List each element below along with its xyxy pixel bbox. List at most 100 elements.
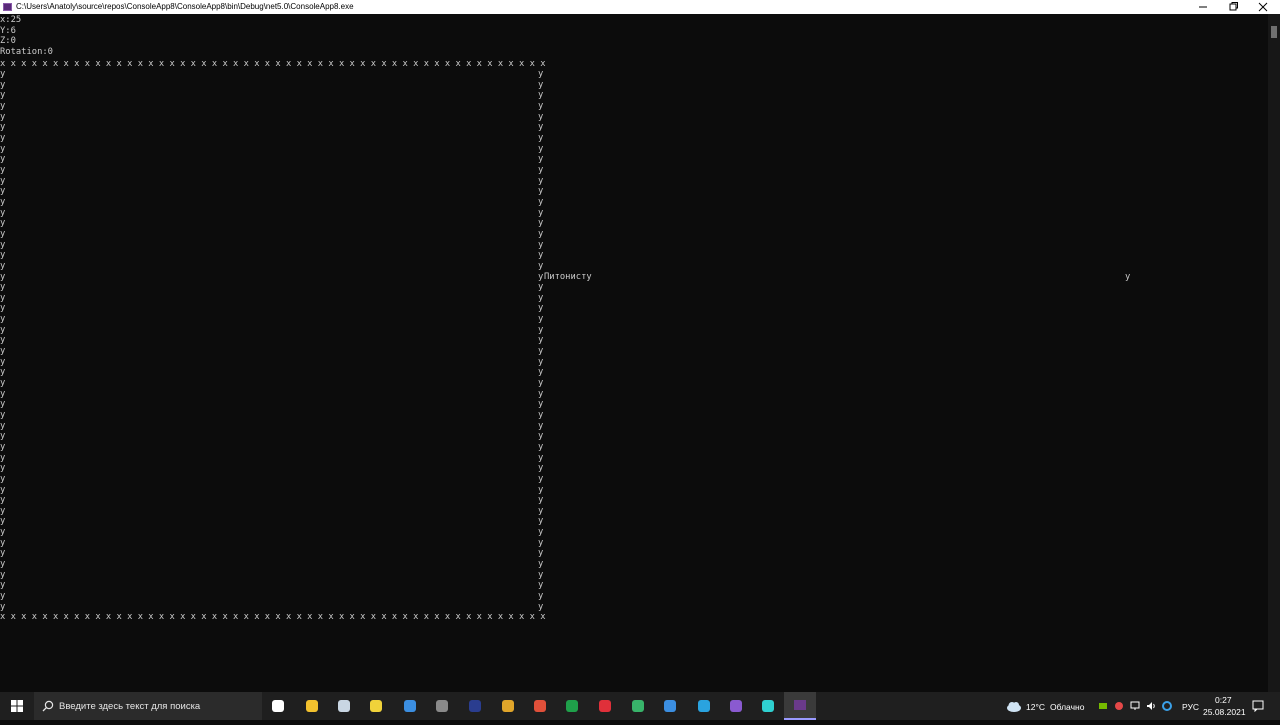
field-right-border: y: [538, 601, 544, 612]
field-right-border: y: [538, 537, 544, 548]
field-left-border: y: [0, 175, 6, 186]
clock[interactable]: 0:27 25.08.2021: [1200, 695, 1246, 719]
taskbar-search-box[interactable]: Введите здесь текст для поиска: [34, 692, 262, 720]
field-left-border: y: [0, 303, 6, 314]
field-right-border: y: [538, 282, 544, 293]
field-left-border: y: [0, 143, 6, 154]
field-right-border: y: [538, 271, 544, 282]
field-left-border: y: [0, 154, 6, 165]
field-right-border: y: [538, 186, 544, 197]
field-left-border: y: [0, 282, 6, 293]
window-titlebar: C:\Users\Anatoly\source\repos\ConsoleApp…: [0, 0, 1280, 14]
field-left-border: y: [0, 580, 6, 591]
restore-button[interactable]: [1216, 0, 1250, 14]
field-left-border: y: [0, 260, 6, 271]
field-right-border: y: [538, 218, 544, 229]
scrollbar-thumb[interactable]: [1271, 26, 1277, 38]
console-output[interactable]: x:25 Y:6 Z:0 Rotation:0 x x x x x x x x …: [0, 14, 1268, 692]
field-right-border: y: [538, 335, 544, 346]
field-right-border: y: [538, 409, 544, 420]
minimize-button[interactable]: [1186, 0, 1220, 14]
pen-app-icon[interactable]: [758, 696, 778, 716]
field-right-border: y: [538, 324, 544, 335]
field-right-border: y: [538, 292, 544, 303]
field-right-border: y: [538, 196, 544, 207]
field-left-border: y: [0, 314, 6, 325]
field-right-border: y: [538, 90, 544, 101]
field-left-border: y: [0, 122, 6, 133]
field-left-border: y: [0, 516, 6, 527]
clock-date: 25.08.2021: [1203, 707, 1246, 717]
paint-app-icon[interactable]: [530, 696, 550, 716]
green-app-icon[interactable]: [628, 696, 648, 716]
field-left-border: y: [0, 559, 6, 570]
field-left-border: y: [0, 196, 6, 207]
field-right-border: y: [538, 495, 544, 506]
visual-studio-icon[interactable]: [726, 696, 746, 716]
field-right-border: y: [538, 452, 544, 463]
telegram-icon[interactable]: [694, 696, 714, 716]
search-icon: [42, 700, 54, 712]
stray-character: y: [1125, 271, 1131, 282]
field-left-border: y: [0, 69, 6, 80]
field-left-border: y: [0, 111, 6, 122]
task-view-icon[interactable]: [268, 696, 288, 716]
console-scrollbar[interactable]: [1268, 14, 1280, 692]
field-right-border: y: [538, 378, 544, 388]
field-left-border: y: [0, 250, 6, 261]
sticky-app-icon[interactable]: [366, 696, 386, 716]
field-right-border: y: [538, 133, 544, 144]
field-right-border: y: [538, 505, 544, 516]
field-left-border: y: [0, 378, 6, 388]
field-left-border: y: [0, 239, 6, 250]
close-button[interactable]: [1246, 0, 1280, 14]
photos-icon[interactable]: [334, 696, 354, 716]
blue-app-icon[interactable]: [660, 696, 680, 716]
network-icon[interactable]: [1130, 701, 1140, 711]
console-app-icon: [3, 3, 12, 11]
photoshop-icon[interactable]: [465, 696, 485, 716]
field-left-border: y: [0, 207, 6, 218]
field-right-border: y: [538, 420, 544, 431]
nvidia-tray-icon[interactable]: [1098, 701, 1108, 711]
field-right-border: y: [538, 441, 544, 452]
notification-icon[interactable]: [1252, 700, 1264, 712]
field-right-border: y: [538, 356, 544, 367]
console-app-icon[interactable]: [784, 692, 816, 720]
chrome-icon[interactable]: [498, 696, 518, 716]
field-right-border: y: [538, 79, 544, 90]
edge-icon[interactable]: [1162, 701, 1172, 711]
opera-icon[interactable]: [595, 696, 615, 716]
field-left-border: y: [0, 186, 6, 197]
rotation-value: Rotation:0: [0, 46, 53, 57]
field-right-border: y: [538, 239, 544, 250]
field-left-border: y: [0, 452, 6, 463]
field-left-border: y: [0, 79, 6, 90]
field-right-border: y: [538, 527, 544, 538]
weather-cloud-icon[interactable]: [1004, 696, 1024, 716]
field-left-border: y: [0, 463, 6, 474]
field-left-border: y: [0, 591, 6, 601]
weather-temp[interactable]: 12°C: [1026, 702, 1045, 712]
s-app-icon[interactable]: [562, 696, 582, 716]
field-right-border: y: [538, 260, 544, 271]
field-right-border: y: [538, 388, 544, 399]
field-left-border: y: [0, 431, 6, 442]
calculator-icon[interactable]: [432, 696, 452, 716]
field-right-border: y: [538, 122, 544, 133]
field-right-border: y: [538, 431, 544, 442]
weather-text[interactable]: Облачно: [1050, 702, 1084, 712]
taskbar: Введите здесь текст для поиска 12°C Обла…: [0, 692, 1280, 720]
start-button[interactable]: [0, 692, 34, 720]
volume-icon[interactable]: [1146, 701, 1156, 711]
field-left-border: y: [0, 527, 6, 538]
search-placeholder: Введите здесь текст для поиска: [59, 701, 201, 712]
antivirus-tray-icon[interactable]: [1114, 701, 1124, 711]
field-right-border: y: [538, 143, 544, 154]
mail-icon[interactable]: [400, 696, 420, 716]
field-right-border: y: [538, 548, 544, 559]
language-indicator[interactable]: РУС: [1182, 702, 1199, 712]
field-left-border: y: [0, 271, 6, 282]
file-explorer-icon[interactable]: [302, 696, 322, 716]
field-left-border: y: [0, 90, 6, 101]
